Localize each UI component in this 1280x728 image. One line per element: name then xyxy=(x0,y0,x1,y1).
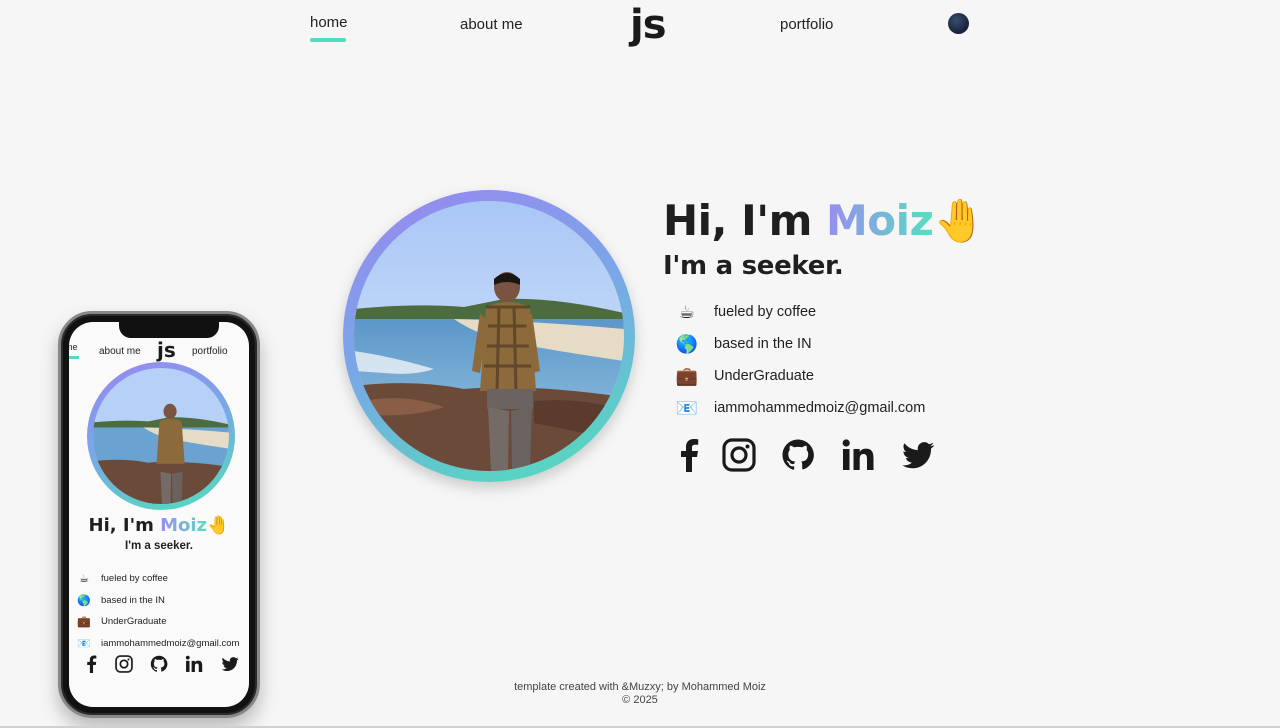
globe-icon: 🌎 xyxy=(675,334,699,354)
footer-copyright: © 2025 xyxy=(622,694,658,706)
facebook-icon xyxy=(83,655,101,673)
greeting-text: Hi, I'm xyxy=(663,196,826,245)
phone-info-label: UnderGraduate xyxy=(101,616,167,627)
instagram-icon xyxy=(115,655,133,673)
info-label: based in the IN xyxy=(714,336,812,352)
phone-greeting: Hi, I'm Moiz🤚 xyxy=(69,515,249,536)
phone-info-label: fueled by coffee xyxy=(101,573,168,584)
footer-credit: template created with &Muzxy; by Mohamme… xyxy=(514,681,766,693)
phone-active-tab-indicator xyxy=(69,356,79,359)
linkedin-icon xyxy=(185,655,203,673)
phone-notch xyxy=(119,322,219,338)
phone-nav-portfolio: portfolio xyxy=(192,346,228,357)
envelope-icon: 📧 xyxy=(675,398,699,418)
phone-mockup: home about me js portfolio xyxy=(58,311,260,718)
hero-tagline: I'm a seeker. xyxy=(663,251,844,281)
info-label: UnderGraduate xyxy=(714,368,814,384)
phone-tagline: I'm a seeker. xyxy=(125,540,193,552)
globe-icon: 🌎 xyxy=(77,595,91,607)
twitter-icon[interactable] xyxy=(901,438,935,472)
page-footer: template created with &Muzxy; by Mohamme… xyxy=(0,681,1280,707)
phone-avatar xyxy=(87,362,235,510)
info-label: fueled by coffee xyxy=(714,304,817,320)
phone-greeting-text: Hi, I'm xyxy=(88,515,161,536)
linkedin-icon[interactable] xyxy=(841,438,875,472)
nav-home-link[interactable]: home xyxy=(310,14,348,31)
briefcase-icon: 💼 xyxy=(77,616,91,628)
email-link[interactable]: iammohammedmoiz@gmail.com xyxy=(714,400,925,416)
top-nav: home about me js portfolio xyxy=(0,0,1280,60)
theme-toggle-icon[interactable] xyxy=(948,13,969,34)
facebook-icon[interactable] xyxy=(673,438,707,472)
phone-name: Moiz xyxy=(160,515,208,536)
wave-emoji-icon: 🤚 xyxy=(933,196,986,245)
profile-photo xyxy=(354,201,624,471)
profile-avatar xyxy=(343,190,635,482)
phone-nav-about: about me xyxy=(99,346,141,357)
twitter-icon xyxy=(221,655,239,673)
nav-portfolio-link[interactable]: portfolio xyxy=(780,16,833,33)
coffee-icon: ☕ xyxy=(79,573,89,585)
briefcase-icon: 💼 xyxy=(675,366,699,386)
phone-photo xyxy=(93,368,229,504)
hero-name: Moiz xyxy=(826,196,934,245)
coffee-icon: ☕ xyxy=(678,302,696,322)
hero-greeting: Hi, I'm Moiz🤚 xyxy=(663,196,986,246)
active-tab-indicator xyxy=(310,38,346,42)
phone-info-label: iammohammedmoiz@gmail.com xyxy=(101,638,240,649)
phone-wave-emoji-icon: 🤚 xyxy=(207,515,230,536)
github-icon[interactable] xyxy=(781,438,815,472)
phone-nav: home about me js portfolio xyxy=(69,338,249,364)
instagram-icon[interactable] xyxy=(722,438,756,472)
envelope-icon: 📧 xyxy=(77,638,91,650)
nav-about-link[interactable]: about me xyxy=(460,16,523,33)
phone-logo: js xyxy=(157,338,176,362)
phone-info-label: based in the IN xyxy=(101,595,165,606)
phone-nav-home: home xyxy=(69,342,78,352)
github-icon xyxy=(150,655,168,673)
site-logo[interactable]: js xyxy=(630,2,667,48)
phone-screen: home about me js portfolio xyxy=(69,322,249,707)
